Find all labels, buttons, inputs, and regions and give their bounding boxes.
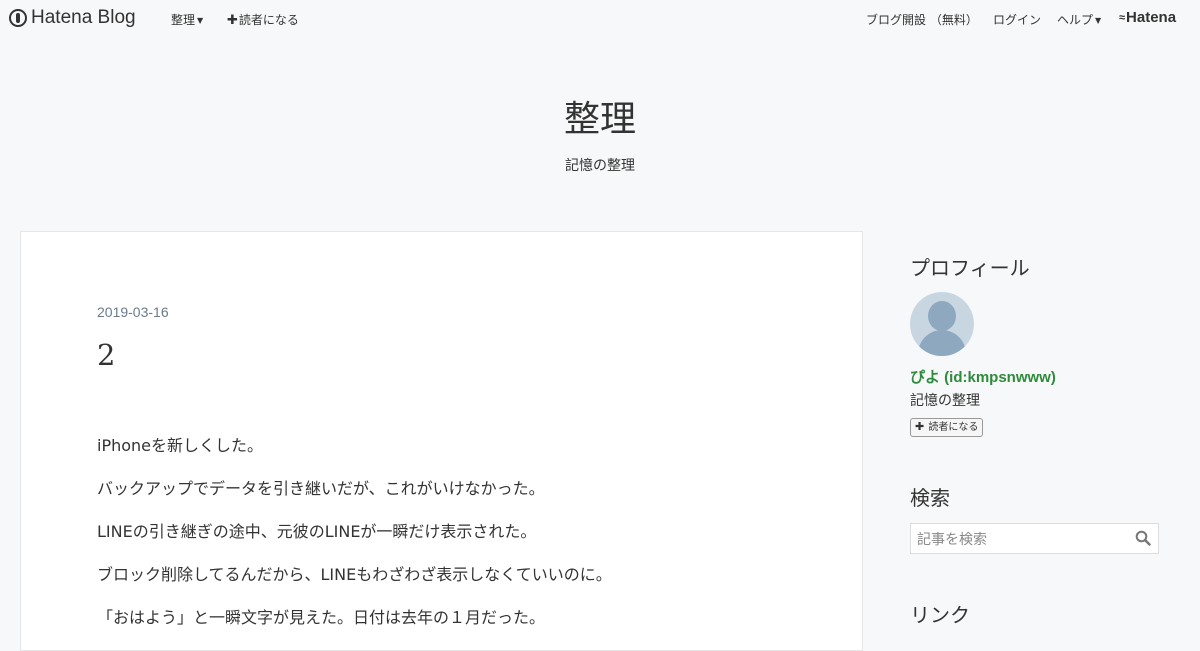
subscribe-label: 読者になる bbox=[238, 13, 299, 27]
search-box bbox=[910, 523, 1159, 555]
entry-card: 2019-03-16 2 iPhoneを新しくした。 バックアップでデータを引き… bbox=[20, 231, 863, 651]
entry-paragraph: LINEの引き継ぎの途中、元彼のLINEが一瞬だけ表示された。 bbox=[97, 522, 537, 541]
caret-down-icon: ▼ bbox=[1095, 16, 1102, 25]
avatar-head-shape bbox=[928, 301, 956, 331]
avatar[interactable] bbox=[910, 292, 974, 356]
search-input[interactable] bbox=[911, 524, 1139, 555]
entry-body: iPhoneを新しくした。 バックアップでデータを引き継いだが、これがいけなかっ… bbox=[97, 436, 817, 651]
entry-title[interactable]: 2 bbox=[97, 338, 115, 372]
entry-date[interactable]: 2019-03-16 bbox=[97, 304, 169, 320]
search-module-title: 検索 bbox=[910, 486, 950, 510]
hatena-wave-icon: ≈ bbox=[1119, 11, 1125, 24]
entry-paragraph: バックアップでデータを引き継いだが、これがいけなかった。 bbox=[97, 479, 545, 498]
plus-icon: ✚ bbox=[227, 13, 238, 28]
blog-menu-label: 整理 bbox=[171, 13, 196, 27]
blog-menu-dropdown[interactable]: 整理 ▼ bbox=[171, 11, 203, 28]
profile-description: 記憶の整理 bbox=[910, 393, 980, 409]
logo-text: Hatena Blog bbox=[31, 7, 136, 28]
hatena-blog-logo[interactable]: Hatena Blog bbox=[9, 7, 136, 29]
entry-paragraph: ブロック削除してるんだから、LINEもわざわざ表示しなくていいのに。 bbox=[97, 565, 612, 584]
links-module-title: リンク bbox=[910, 603, 970, 627]
profile-module-title: プロフィール bbox=[910, 256, 1030, 280]
subscribe-button[interactable]: ✚ 読者になる bbox=[910, 418, 984, 437]
login-link[interactable]: ログイン bbox=[993, 11, 1041, 28]
subscribe-button-label: 読者になる bbox=[928, 422, 979, 433]
hatena-logo[interactable]: ≈ Hatena bbox=[1119, 9, 1176, 26]
top-navbar: Hatena Blog 整理 ▼ ✚読者になる ブログ開設 （無料） ログイン ヘ… bbox=[0, 0, 1200, 36]
blog-title[interactable]: 整理 bbox=[0, 90, 1200, 142]
caret-down-icon: ▼ bbox=[197, 16, 204, 25]
entry-paragraph: iPhoneを新しくした。 bbox=[97, 436, 264, 455]
avatar-body-shape bbox=[918, 330, 966, 356]
signup-link[interactable]: ブログ開設 （無料） bbox=[866, 11, 978, 28]
plus-icon: ✚ bbox=[915, 420, 925, 433]
hatena-blog-logo-icon bbox=[9, 9, 27, 27]
subscribe-link[interactable]: ✚読者になる bbox=[227, 11, 299, 28]
search-icon[interactable] bbox=[1135, 530, 1151, 546]
profile-name-link[interactable]: ぴよ (id:kmpsnwww) bbox=[910, 366, 1056, 387]
help-dropdown[interactable]: ヘルプ ▼ bbox=[1057, 11, 1101, 28]
hatena-logo-text: Hatena bbox=[1126, 9, 1177, 26]
blog-description: 記憶の整理 bbox=[565, 158, 635, 174]
help-label: ヘルプ bbox=[1057, 13, 1094, 27]
